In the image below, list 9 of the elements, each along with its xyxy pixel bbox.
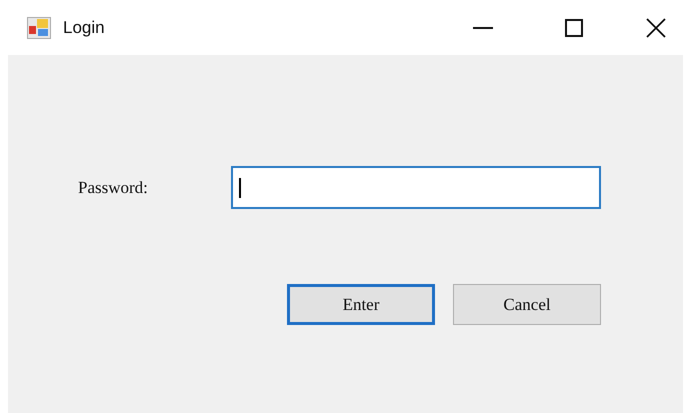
minimize-icon xyxy=(473,26,493,28)
maximize-icon xyxy=(565,18,583,36)
window-title: Login xyxy=(63,16,105,39)
app-icon xyxy=(27,16,51,38)
enter-button[interactable]: Enter xyxy=(287,284,435,325)
close-icon xyxy=(646,18,666,38)
cancel-button[interactable]: Cancel xyxy=(453,284,601,325)
password-field[interactable] xyxy=(231,166,601,209)
password-label: Password: xyxy=(78,176,149,199)
